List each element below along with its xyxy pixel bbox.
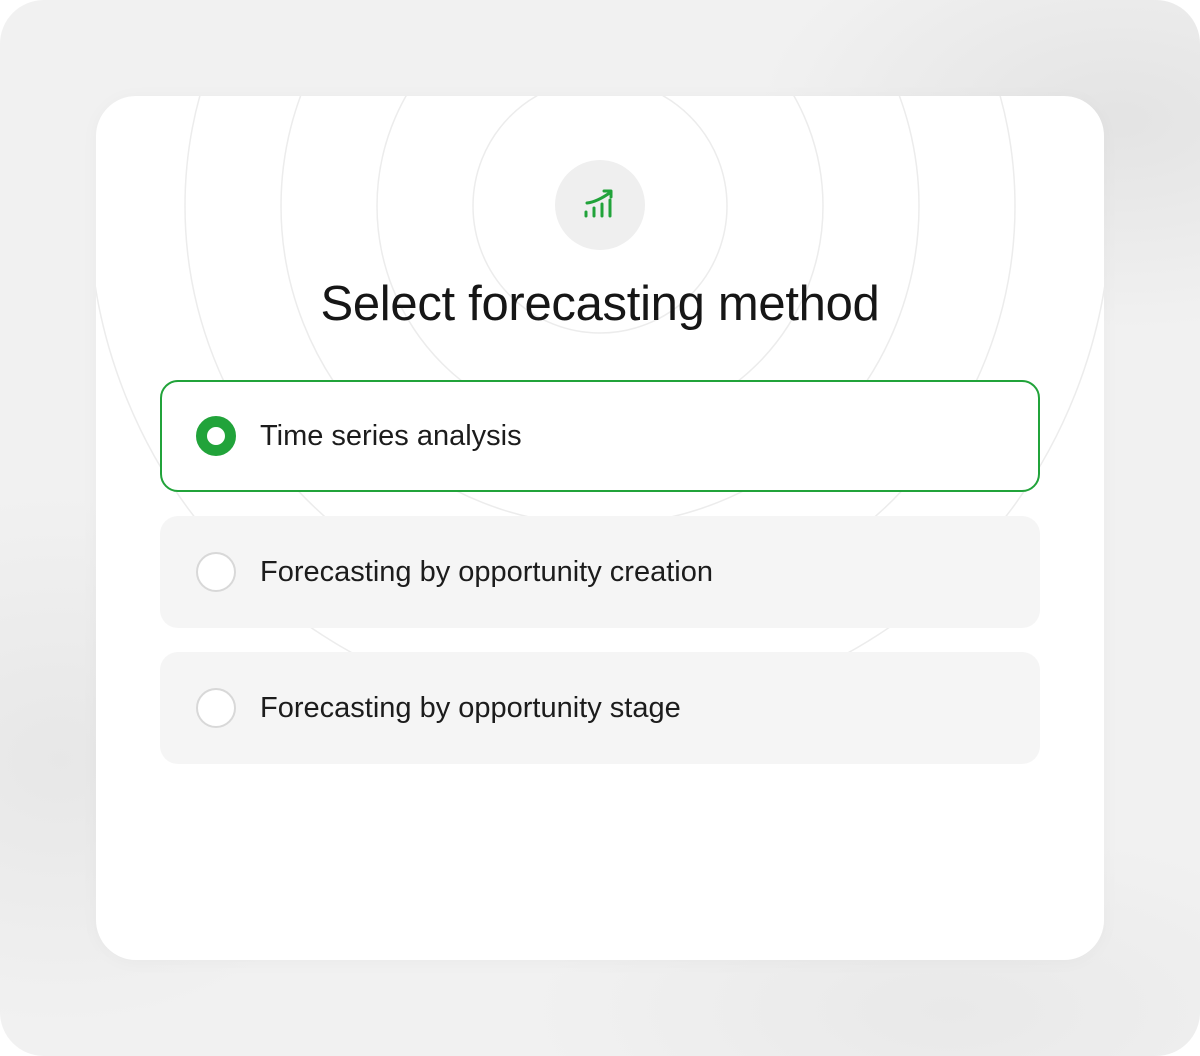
page-background: Select forecasting method Time series an… [0, 0, 1200, 1056]
radio-unselected-icon[interactable] [196, 688, 236, 728]
option-label: Forecasting by opportunity creation [260, 556, 713, 588]
radio-selected-icon[interactable] [196, 416, 236, 456]
option-forecasting-by-opportunity-stage[interactable]: Forecasting by opportunity stage [160, 652, 1040, 764]
option-label: Time series analysis [260, 420, 522, 452]
forecast-method-dialog: Select forecasting method Time series an… [96, 96, 1104, 960]
option-time-series-analysis[interactable]: Time series analysis [160, 380, 1040, 492]
radio-unselected-icon[interactable] [196, 552, 236, 592]
dialog-title: Select forecasting method [320, 277, 880, 331]
option-label: Forecasting by opportunity stage [260, 692, 681, 724]
option-forecasting-by-opportunity-creation[interactable]: Forecasting by opportunity creation [160, 516, 1040, 628]
trending-chart-icon [555, 160, 645, 250]
